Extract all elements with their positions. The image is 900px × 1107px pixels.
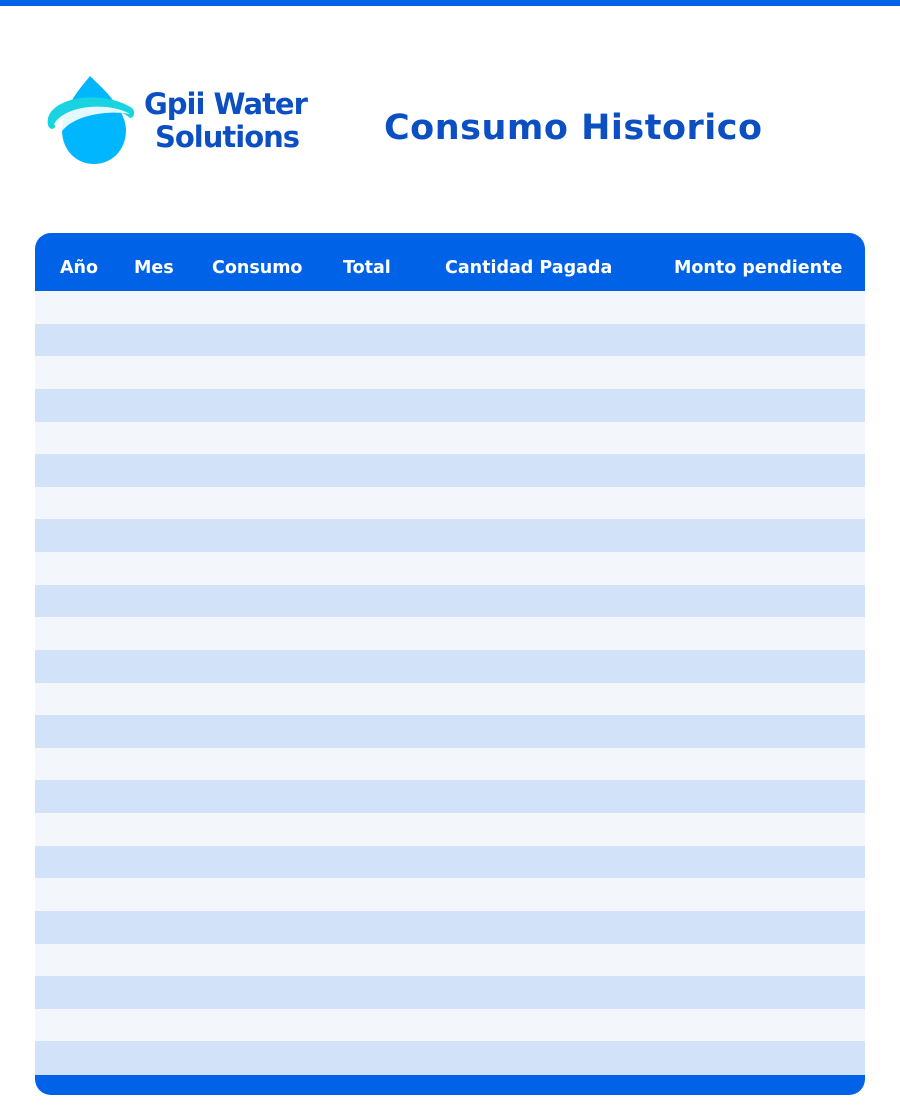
page-title: Consumo Historico bbox=[384, 108, 763, 148]
table-row bbox=[35, 356, 865, 390]
table-row bbox=[35, 878, 865, 912]
table-row bbox=[35, 747, 865, 781]
company-logo: Gpii Water Solutions bbox=[44, 74, 344, 166]
company-name-line1: Gpii Water bbox=[144, 87, 308, 121]
table-row bbox=[35, 1008, 865, 1042]
table-row bbox=[35, 486, 865, 520]
table-row bbox=[35, 976, 865, 1010]
consumption-table: Año Mes Consumo Total Cantidad Pagada Mo… bbox=[35, 233, 865, 1095]
table-row bbox=[35, 715, 865, 749]
column-header-year: Año bbox=[60, 258, 99, 278]
table-row bbox=[35, 1041, 865, 1075]
table-row bbox=[35, 910, 865, 944]
table-row bbox=[35, 454, 865, 488]
table-row bbox=[35, 519, 865, 553]
table-row bbox=[35, 421, 865, 455]
column-header-consumption: Consumo bbox=[212, 258, 303, 278]
company-name: Gpii Water Solutions bbox=[144, 87, 308, 154]
table-row bbox=[35, 780, 865, 814]
table-row bbox=[35, 617, 865, 651]
column-header-total: Total bbox=[343, 258, 391, 278]
table-header: Año Mes Consumo Total Cantidad Pagada Mo… bbox=[35, 233, 865, 291]
table-row bbox=[35, 813, 865, 847]
table-row bbox=[35, 584, 865, 618]
table-row bbox=[35, 682, 865, 716]
table-row bbox=[35, 323, 865, 357]
water-drop-icon bbox=[47, 76, 135, 164]
table-row bbox=[35, 943, 865, 977]
table-row bbox=[35, 649, 865, 683]
table-row bbox=[35, 552, 865, 586]
column-header-amount-paid: Cantidad Pagada bbox=[445, 258, 613, 278]
table-row bbox=[35, 291, 865, 325]
table-row bbox=[35, 388, 865, 422]
table-row bbox=[35, 845, 865, 879]
top-accent-bar bbox=[0, 0, 900, 6]
table-body bbox=[35, 291, 865, 1075]
company-name-line2: Solutions bbox=[155, 120, 300, 154]
column-header-amount-pending: Monto pendiente bbox=[674, 258, 843, 278]
column-header-month: Mes bbox=[134, 258, 174, 278]
